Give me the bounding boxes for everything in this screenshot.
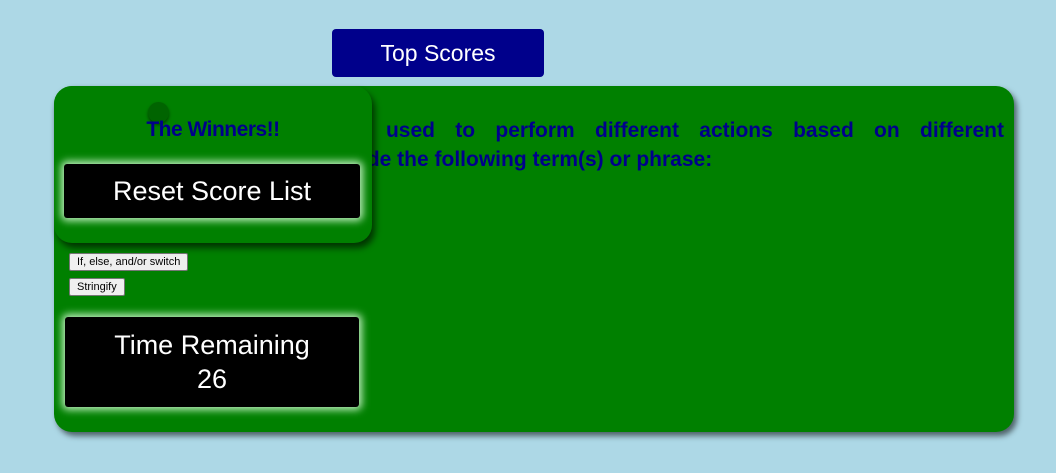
timer-box: Time Remaining 26	[65, 317, 359, 407]
question-line-2: ude the following term(s) or phrase:	[354, 148, 713, 171]
answer-button-1[interactable]: If, else, and/or switch	[69, 253, 189, 271]
top-scores-button[interactable]: Top Scores	[332, 29, 544, 77]
timer-value: 26	[196, 364, 228, 394]
timer-label: Time Remaining	[114, 330, 310, 360]
reset-score-list-button[interactable]: Reset Score List	[64, 164, 360, 218]
answer-button-2[interactable]: Stringify	[69, 278, 125, 296]
winners-panel: The Winners!! Reset Score List	[54, 86, 372, 243]
question-text: e used to perform different actions base…	[354, 116, 1004, 174]
winners-title: The Winners!!	[146, 118, 280, 141]
question-line-1: e used to perform different actions base…	[354, 119, 1004, 142]
